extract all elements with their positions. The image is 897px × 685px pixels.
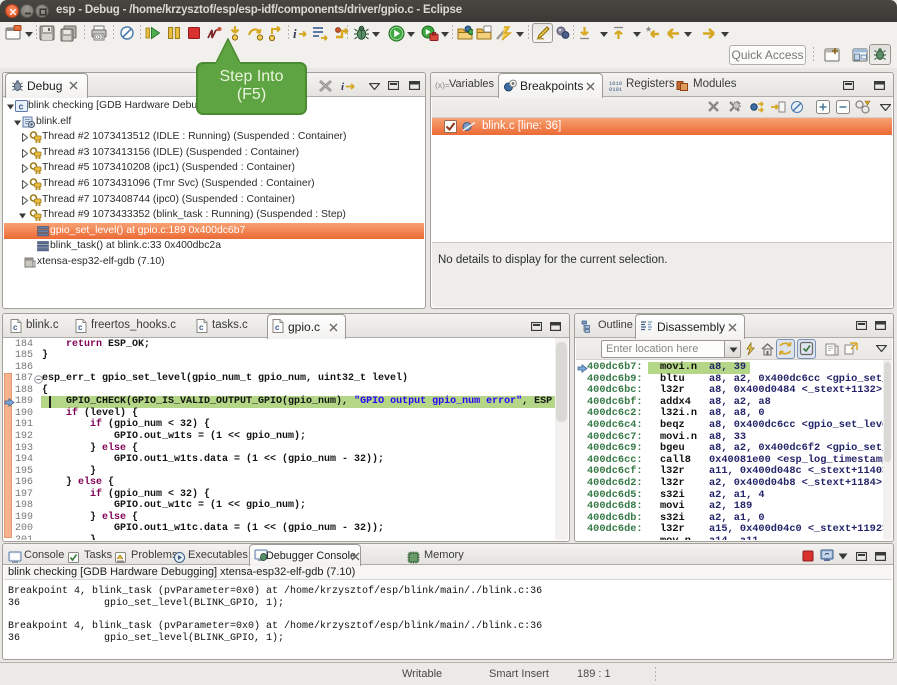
svg-text:c: c — [78, 323, 83, 332]
svg-text:010: 010 — [95, 35, 104, 41]
svg-text:0101: 0101 — [609, 86, 622, 92]
svg-text:c: c — [13, 323, 18, 332]
svg-text:c: c — [19, 102, 24, 112]
svg-text:c: c — [275, 323, 280, 332]
svg-text:i: i — [341, 81, 345, 93]
svg-text:(x)=: (x)= — [435, 80, 450, 90]
svg-text:i: i — [293, 26, 297, 41]
svg-text:c: c — [199, 323, 204, 332]
